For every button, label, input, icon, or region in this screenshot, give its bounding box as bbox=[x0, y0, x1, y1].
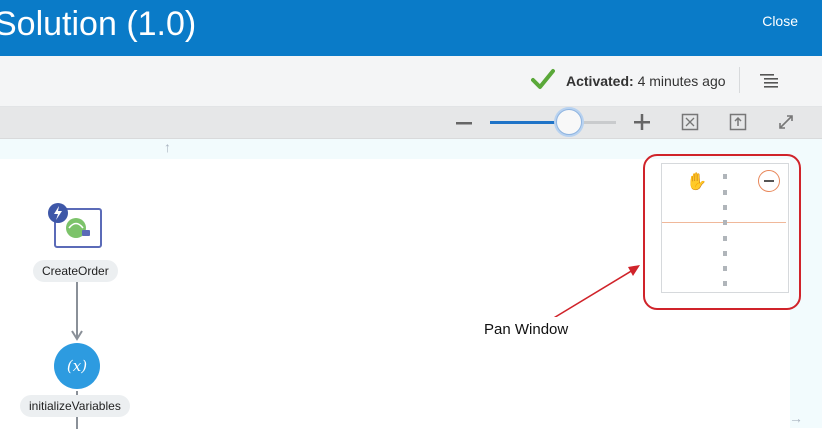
node-label-createorder[interactable]: CreateOrder bbox=[33, 260, 118, 282]
integration-canvas[interactable]: ↑ → CreateOrder (x) initializeVariables … bbox=[0, 139, 822, 429]
close-button[interactable]: Close bbox=[762, 13, 798, 29]
zoom-out-icon[interactable] bbox=[455, 114, 473, 132]
app-header: Solution (1.0) Close bbox=[0, 0, 822, 56]
fit-to-screen-icon[interactable] bbox=[681, 113, 699, 131]
variables-icon[interactable]: (x) bbox=[54, 343, 100, 389]
annotation-highlight bbox=[643, 154, 801, 310]
hamburger-menu-icon[interactable] bbox=[760, 74, 778, 88]
page-title: Solution (1.0) bbox=[0, 5, 197, 43]
zoom-in-icon[interactable] bbox=[633, 113, 651, 131]
lightning-bolt-icon bbox=[48, 203, 68, 223]
check-icon bbox=[531, 69, 555, 89]
status-label: Activated: bbox=[566, 73, 634, 89]
status-time: 4 minutes ago bbox=[637, 73, 726, 89]
fullscreen-icon[interactable] bbox=[777, 113, 795, 131]
divider bbox=[739, 67, 740, 93]
reset-icon[interactable] bbox=[729, 113, 747, 131]
rest-trigger-icon bbox=[66, 218, 90, 238]
node-label-initializevariables[interactable]: initializeVariables bbox=[20, 395, 130, 417]
zoom-slider-handle[interactable] bbox=[556, 109, 583, 135]
canvas-toolbar bbox=[0, 107, 822, 139]
activation-status: Activated: 4 minutes ago bbox=[566, 73, 726, 89]
scroll-up-icon[interactable]: ↑ bbox=[164, 139, 171, 155]
status-bar: Activated: 4 minutes ago bbox=[0, 56, 822, 107]
scroll-right-icon[interactable]: → bbox=[789, 410, 803, 426]
annotation-label: Pan Window bbox=[478, 317, 575, 342]
